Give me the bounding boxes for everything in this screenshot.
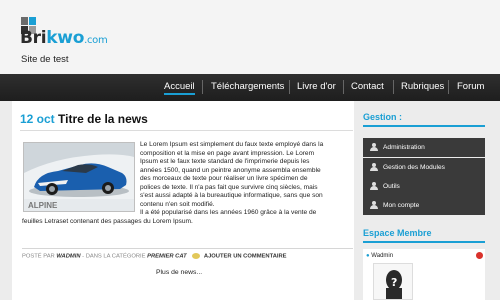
comment-icon (192, 253, 201, 259)
logout-icon[interactable] (476, 252, 483, 259)
site-subtitle: Site de test (21, 54, 69, 65)
meta-category[interactable]: Premier cat (147, 254, 187, 260)
post-body-line: des morceaux de texte pour réaliser un l… (140, 175, 308, 182)
logo-text[interactable]: Brikwo.com (20, 28, 108, 48)
sidebar-item-label: Outils (383, 183, 400, 190)
sidebar-item-outils[interactable]: Outils (363, 177, 485, 196)
nav-separator (393, 80, 394, 94)
post-body-line: Il a été popularisé dans les années 1960… (140, 209, 317, 216)
avatar-placeholder-icon: ? (374, 264, 412, 299)
post-body: Le Lorem Ipsum est simplement du faux te… (140, 141, 352, 218)
nav-separator (289, 80, 290, 94)
sidebar-item-label: Administration (383, 144, 425, 151)
user-icon (370, 182, 378, 190)
more-news-link[interactable]: Plus de news... (156, 269, 202, 276)
member-divider (363, 241, 485, 243)
post-body-line: années 1500, quand un peintre anonyme as… (140, 166, 321, 174)
user-icon (370, 163, 378, 171)
member-name-label: Wadmin (371, 253, 394, 259)
meta-category-label: dans la catégorie (85, 253, 146, 260)
post-title[interactable]: Titre de la news (58, 112, 148, 126)
nav-item-forum[interactable]: Forum (457, 81, 484, 92)
divider (20, 130, 353, 131)
post-body-line: Ipsum est le faux texte standard de l'im… (140, 158, 310, 165)
post-body-line: composition et la mise en page avant imp… (140, 149, 315, 157)
member-panel: ● Wadmin ? (363, 249, 485, 300)
post-body-line: Le Lorem Ipsum est simplement du faux te… (140, 141, 324, 148)
meta-author[interactable]: Wadmin (56, 254, 80, 260)
gestion-title: Gestion : (363, 112, 403, 122)
nav-item-accueil[interactable]: Accueil (164, 81, 195, 95)
member-name[interactable]: ● Wadmin (366, 253, 393, 259)
nav-separator (202, 80, 203, 94)
image-caption: ALPINE (28, 201, 58, 210)
post-date: 12 oct (20, 112, 55, 126)
sidebar-item-label: Gestion des Modules (383, 164, 445, 171)
post-body-line: polices de texte. Il n'a pas fait que su… (140, 183, 318, 191)
add-comment-link[interactable]: Ajouter un commentaire (204, 254, 287, 260)
post-body-line: contenu n'en soit modifié. (140, 200, 215, 208)
post-body-line: feuilles Letraset contenant des passages… (22, 218, 193, 225)
post-body-line: s'est aussi adapté à la bureautique info… (140, 192, 323, 199)
main-navigation: Accueil Téléchargements Livre d'or Conta… (0, 74, 500, 101)
meta-posted-by: Posté par (22, 253, 55, 260)
nav-item-rubriques[interactable]: Rubriques (401, 81, 444, 92)
user-status-icon: ● (366, 253, 370, 259)
news-post: 12 oct Titre de la news ALPINE Le Lorem … (12, 101, 354, 300)
nav-item-livre-dor[interactable]: Livre d'or (297, 81, 336, 92)
nav-item-telechargements[interactable]: Téléchargements (211, 81, 284, 92)
nav-item-contact[interactable]: Contact (351, 81, 384, 92)
gestion-divider (363, 125, 485, 127)
nav-separator (343, 80, 344, 94)
car-image: ALPINE (24, 143, 134, 211)
avatar[interactable]: ? (373, 263, 413, 300)
user-icon (370, 143, 378, 151)
sidebar-item-mon-compte[interactable]: Mon compte (363, 196, 485, 215)
nav-separator (448, 80, 449, 94)
sidebar-item-gestion-modules[interactable]: Gestion des Modules (363, 158, 485, 177)
member-space-title: Espace Membre (363, 228, 432, 238)
svg-text:?: ? (391, 276, 397, 289)
header: Brikwo.com Site de test (0, 0, 500, 74)
post-meta: Posté par Wadmin - dans la catégorie Pre… (22, 248, 353, 263)
user-icon (370, 201, 378, 209)
sidebar: Gestion : Administration Gestion des Mod… (362, 101, 500, 300)
post-image: ALPINE (23, 142, 135, 212)
sidebar-item-label: Mon compte (383, 202, 420, 209)
sidebar-item-administration[interactable]: Administration (363, 138, 485, 157)
